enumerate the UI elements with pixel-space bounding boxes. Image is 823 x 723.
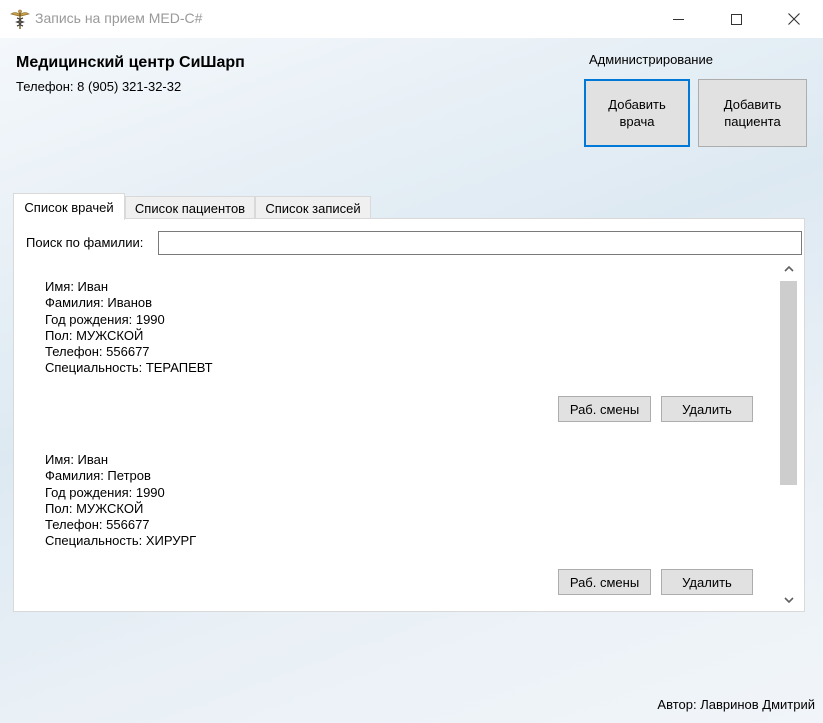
maximize-button[interactable]	[713, 0, 759, 38]
minimize-icon	[672, 18, 684, 20]
shifts-button[interactable]: Раб. смены	[558, 569, 651, 595]
doctor-card: Имя: Иван Фамилия: Иванов Год рождения: …	[14, 259, 779, 431]
search-input[interactable]	[158, 231, 802, 255]
tab-patients[interactable]: Список пациентов	[125, 196, 255, 219]
doctors-panel: Поиск по фамилии: Имя: Иван Фамилия: Ива…	[13, 218, 805, 612]
minimize-button[interactable]	[655, 0, 701, 38]
doctor-phone: Телефон: 556677	[45, 517, 150, 533]
shifts-button[interactable]: Раб. смены	[558, 396, 651, 422]
doctor-surname: Фамилия: Иванов	[45, 295, 153, 311]
doctor-phone: Телефон: 556677	[45, 344, 150, 360]
chevron-down-icon	[783, 597, 794, 604]
admin-label: Администрирование	[589, 52, 713, 67]
doctor-birth-year: Год рождения: 1990	[45, 484, 165, 500]
title-bar: Запись на прием MED-C#	[0, 0, 823, 38]
doctor-specialty: Специальность: ХИРУРГ	[45, 533, 197, 549]
doctor-gender: Пол: МУЖСКОЙ	[45, 500, 144, 516]
add-doctor-button[interactable]: Добавить врача	[584, 79, 690, 147]
tab-doctors[interactable]: Список врачей	[13, 193, 125, 220]
add-patient-button[interactable]: Добавить пациента	[698, 79, 807, 147]
doctor-specialty: Специальность: ТЕРАПЕВТ	[45, 360, 213, 376]
caduceus-icon	[9, 8, 31, 30]
scroll-up-button[interactable]	[778, 260, 799, 277]
clinic-phone: Телефон: 8 (905) 321-32-32	[16, 79, 182, 94]
doctor-surname: Фамилия: Петров	[45, 468, 151, 484]
chevron-up-icon	[783, 265, 794, 272]
delete-button[interactable]: Удалить	[661, 396, 753, 422]
delete-button[interactable]: Удалить	[661, 569, 753, 595]
doctor-info: Имя: Иван Фамилия: Иванов Год рождения: …	[45, 279, 213, 377]
close-button[interactable]	[771, 0, 817, 38]
author-label: Автор: Лавринов Дмитрий	[657, 697, 815, 712]
add-doctor-label: Добавить врача	[608, 97, 666, 129]
vertical-scrollbar[interactable]	[778, 260, 799, 609]
add-patient-label: Добавить пациента	[723, 97, 782, 129]
doctor-name: Имя: Иван	[45, 279, 109, 294]
close-icon	[788, 13, 800, 25]
doctor-info: Имя: Иван Фамилия: Петров Год рождения: …	[45, 452, 196, 550]
search-label: Поиск по фамилии:	[26, 235, 144, 250]
doctor-gender: Пол: МУЖСКОЙ	[45, 327, 144, 343]
tab-records[interactable]: Список записей	[255, 196, 371, 219]
clinic-name: Медицинский центр СиШарп	[16, 54, 245, 71]
scroll-down-button[interactable]	[778, 592, 799, 609]
doctor-list: Имя: Иван Фамилия: Иванов Год рождения: …	[14, 259, 779, 609]
maximize-icon	[730, 13, 742, 25]
doctor-card: Имя: Иван Фамилия: Петров Год рождения: …	[14, 432, 779, 604]
doctor-birth-year: Год рождения: 1990	[45, 311, 165, 327]
doctor-name: Имя: Иван	[45, 452, 109, 467]
window-title: Запись на прием MED-C#	[35, 10, 203, 26]
scroll-thumb[interactable]	[780, 281, 797, 485]
